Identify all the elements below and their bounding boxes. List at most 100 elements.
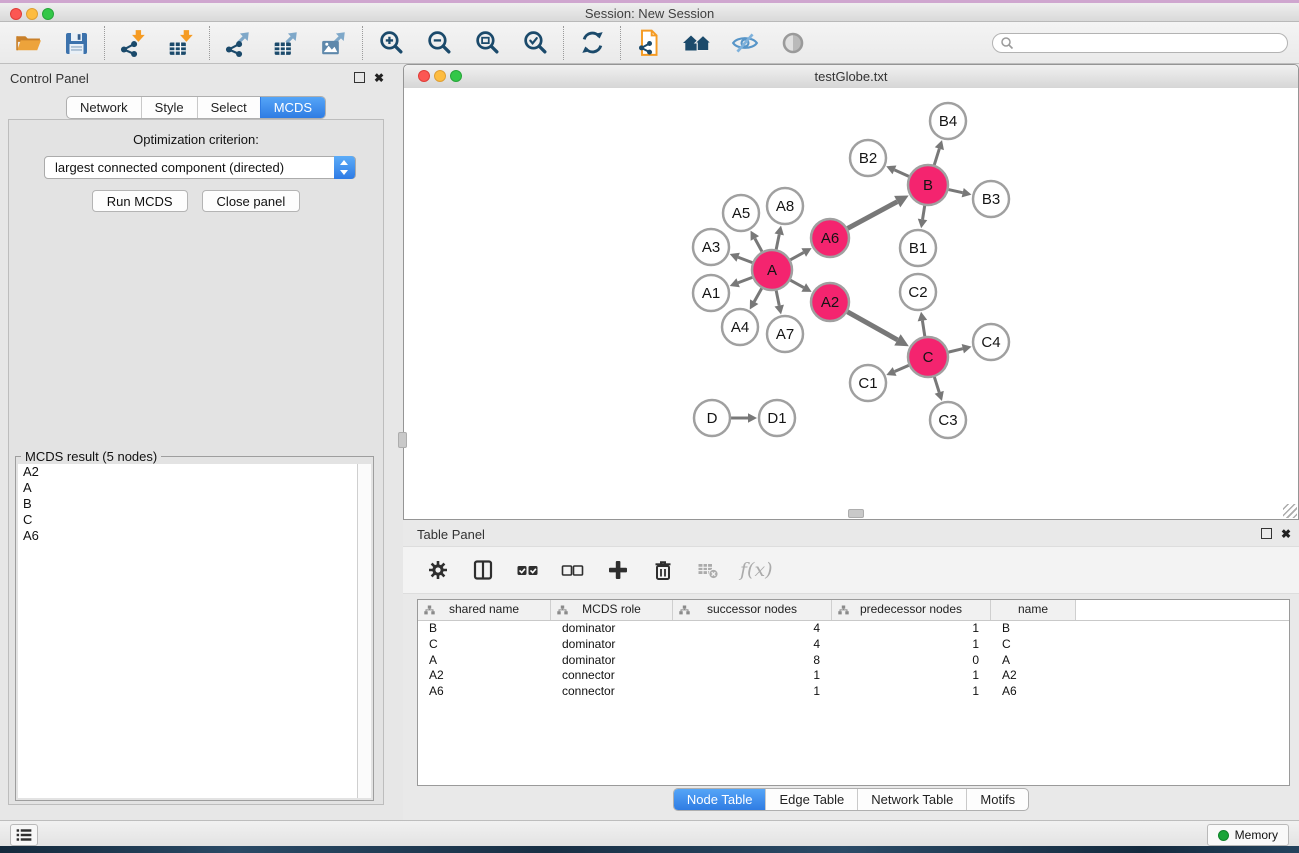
close-panel-icon[interactable]: ✖ (374, 73, 384, 83)
cell-MCDS-role[interactable]: connector (551, 668, 673, 683)
search-input[interactable] (1014, 35, 1287, 51)
tab-network-table[interactable]: Network Table (857, 789, 966, 810)
result-item[interactable]: B (18, 496, 371, 512)
save-session-icon[interactable] (61, 28, 91, 58)
graph-edge-A-A7[interactable] (776, 291, 779, 306)
zoom-out-icon[interactable] (424, 28, 454, 58)
graph-edge-A-A8[interactable] (776, 234, 779, 249)
graph-edge-B-B2[interactable] (894, 170, 908, 176)
table-row[interactable]: A6connector11A6 (418, 684, 1289, 700)
cell-successor-nodes[interactable]: 8 (673, 653, 832, 668)
cell-name[interactable]: B (991, 621, 1076, 636)
cell-predecessor-nodes[interactable]: 1 (832, 621, 991, 636)
cell-name[interactable]: A (991, 653, 1076, 668)
table-row[interactable]: Cdominator41C (418, 637, 1289, 653)
column-icon[interactable] (470, 557, 496, 583)
graph-edge-A-A2[interactable] (790, 280, 803, 287)
table-row[interactable]: Adominator80A (418, 652, 1289, 668)
memory-button[interactable]: Memory (1207, 824, 1289, 846)
cell-shared-name[interactable]: A (418, 653, 551, 668)
column-header-shared-name[interactable]: shared name (418, 600, 551, 620)
float-panel-icon[interactable] (354, 72, 365, 83)
cell-shared-name[interactable]: B (418, 621, 551, 636)
session-file-icon[interactable] (634, 28, 664, 58)
mcds-result-list[interactable]: A2ABCA6 (18, 464, 371, 798)
result-scrollbar[interactable] (357, 464, 371, 798)
column-header-predecessor-nodes[interactable]: predecessor nodes (832, 600, 991, 620)
zoom-fit-icon[interactable] (472, 28, 502, 58)
cell-predecessor-nodes[interactable]: 1 (832, 668, 991, 683)
float-table-panel-icon[interactable] (1261, 528, 1272, 539)
tab-motifs[interactable]: Motifs (966, 789, 1028, 810)
function-builder-icon[interactable]: f(x) (740, 559, 773, 581)
cell-successor-nodes[interactable]: 4 (673, 621, 832, 636)
horizontal-scroll-thumb[interactable] (848, 509, 864, 518)
table-row[interactable]: Bdominator41B (418, 621, 1289, 637)
graph-edge-B-B3[interactable] (948, 190, 962, 193)
graph-edge-A2-C[interactable] (847, 312, 897, 340)
column-header-name[interactable]: name (991, 600, 1076, 620)
export-image-icon[interactable] (319, 28, 349, 58)
cell-name[interactable]: A2 (991, 668, 1076, 683)
run-mcds-button[interactable]: Run MCDS (92, 190, 188, 212)
cell-MCDS-role[interactable]: dominator (551, 637, 673, 652)
import-network-icon[interactable] (118, 28, 148, 58)
graph-edge-A-A5[interactable] (755, 238, 762, 251)
column-header-successor-nodes[interactable]: successor nodes (673, 600, 832, 620)
tab-mcds[interactable]: MCDS (260, 97, 325, 118)
open-session-icon[interactable] (13, 28, 43, 58)
result-item[interactable]: A (18, 480, 371, 496)
graph-edge-C-C3[interactable] (934, 377, 939, 392)
criterion-dropdown[interactable]: largest connected component (directed) (44, 156, 356, 179)
tab-node-table[interactable]: Node Table (674, 789, 766, 810)
network-window-titlebar[interactable]: testGlobe.txt (404, 65, 1298, 89)
cell-MCDS-role[interactable]: dominator (551, 653, 673, 668)
add-column-icon[interactable] (605, 557, 631, 583)
result-item[interactable]: A6 (18, 528, 371, 544)
result-item[interactable]: C (18, 512, 371, 528)
tab-network[interactable]: Network (67, 97, 141, 118)
tab-select[interactable]: Select (197, 97, 260, 118)
cell-successor-nodes[interactable]: 1 (673, 668, 832, 683)
resize-handle[interactable] (1283, 504, 1297, 518)
column-header-MCDS-role[interactable]: MCDS role (551, 600, 673, 620)
graph-edge-C-C1[interactable] (895, 365, 909, 371)
close-table-panel-icon[interactable]: ✖ (1281, 529, 1291, 539)
export-network-icon[interactable] (223, 28, 253, 58)
zoom-in-icon[interactable] (376, 28, 406, 58)
home-icon[interactable] (682, 28, 712, 58)
cell-MCDS-role[interactable]: dominator (551, 621, 673, 636)
tab-style[interactable]: Style (141, 97, 197, 118)
graph-edge-A-A6[interactable] (790, 252, 803, 259)
table-row[interactable]: A2connector11A2 (418, 668, 1289, 684)
cell-MCDS-role[interactable]: connector (551, 684, 673, 699)
vertical-scroll-thumb[interactable] (398, 432, 407, 448)
task-history-button[interactable] (10, 824, 38, 846)
select-all-icon[interactable] (515, 557, 541, 583)
graph-edge-A6-B[interactable] (848, 202, 898, 229)
delete-table-icon[interactable] (695, 557, 721, 583)
graph-edge-B-B4[interactable] (934, 149, 939, 165)
zoom-selected-icon[interactable] (520, 28, 550, 58)
settings-gear-icon[interactable] (425, 557, 451, 583)
cell-name[interactable]: A6 (991, 684, 1076, 699)
cell-successor-nodes[interactable]: 4 (673, 637, 832, 652)
network-canvas[interactable]: B4B2BB3A8A5A6A3B1AA1C2A2A4A7C4CC1DD1C3 (404, 88, 1298, 519)
cell-name[interactable]: C (991, 637, 1076, 652)
cell-shared-name[interactable]: C (418, 637, 551, 652)
graph-edge-C-C2[interactable] (922, 321, 924, 337)
cell-successor-nodes[interactable]: 1 (673, 684, 832, 699)
cell-predecessor-nodes[interactable]: 1 (832, 684, 991, 699)
deselect-all-icon[interactable] (560, 557, 586, 583)
node-table[interactable]: shared nameMCDS rolesuccessor nodesprede… (417, 599, 1290, 786)
cell-shared-name[interactable]: A6 (418, 684, 551, 699)
search-field[interactable] (992, 33, 1288, 53)
cell-predecessor-nodes[interactable]: 1 (832, 637, 991, 652)
show-panel-icon[interactable] (778, 28, 808, 58)
graph-edge-A-A4[interactable] (754, 288, 762, 301)
export-table-icon[interactable] (271, 28, 301, 58)
hide-panel-icon[interactable] (730, 28, 760, 58)
result-item[interactable]: A2 (18, 464, 371, 480)
tab-edge-table[interactable]: Edge Table (765, 789, 857, 810)
graph-edge-A-A3[interactable] (738, 257, 752, 262)
